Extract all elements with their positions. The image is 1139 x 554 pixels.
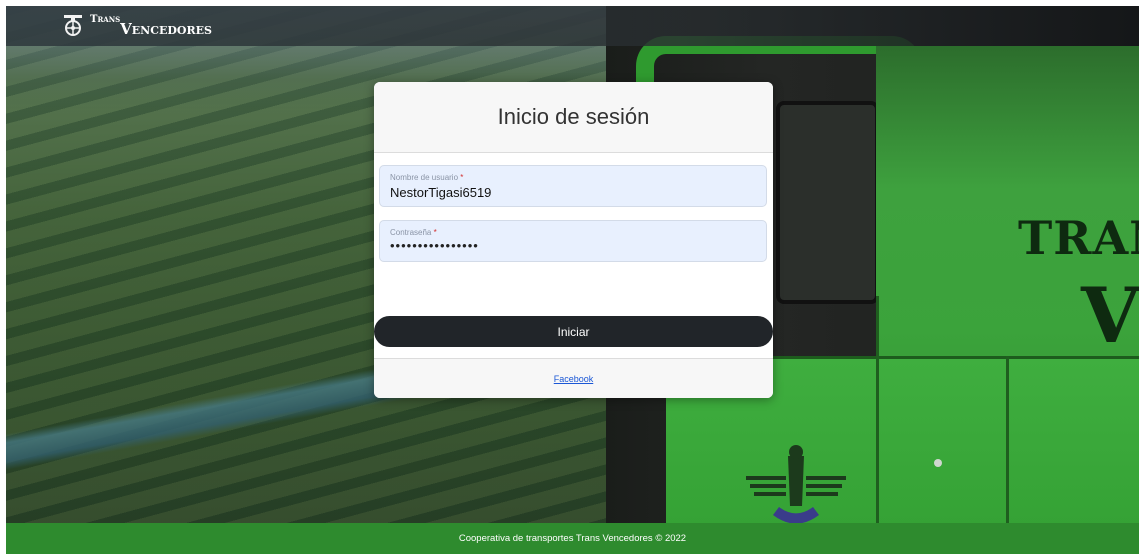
username-field[interactable]: Nombre de usuario * NestorTigasi6519 bbox=[379, 165, 767, 207]
bus-brand-letter: V bbox=[1081, 271, 1139, 360]
background-bus-panel-line bbox=[876, 296, 879, 523]
login-submit-button[interactable]: Iniciar bbox=[374, 316, 773, 347]
background-bus-panel-line bbox=[1006, 356, 1009, 523]
bus-emblem-icon bbox=[746, 445, 846, 523]
password-input-value[interactable]: •••••••••••••••• bbox=[390, 238, 756, 253]
brand-prefix: Trans bbox=[90, 14, 121, 25]
required-marker: * bbox=[460, 173, 464, 182]
login-card-footer: Facebook bbox=[374, 358, 773, 398]
username-label: Nombre de usuario * bbox=[390, 173, 756, 182]
brand-name: Vencedores bbox=[120, 20, 212, 38]
facebook-link[interactable]: Facebook bbox=[554, 374, 594, 384]
page: TRANS V Trans Vencedores bbox=[6, 6, 1139, 554]
background-bus-light bbox=[934, 459, 942, 467]
login-card-header: Inicio de sesión bbox=[374, 82, 773, 153]
bus-brand-text: TRANS bbox=[1018, 211, 1139, 265]
password-label-text: Contraseña bbox=[390, 228, 432, 237]
top-navbar: Trans Vencedores bbox=[6, 6, 1139, 46]
required-marker: * bbox=[433, 228, 437, 237]
footer-copyright: Cooperativa de transportes Trans Vencedo… bbox=[458, 533, 687, 544]
login-title: Inicio de sesión bbox=[497, 104, 650, 129]
background-bus-window bbox=[776, 101, 879, 304]
password-field[interactable]: Contraseña * •••••••••••••••• bbox=[379, 220, 767, 262]
steering-wheel-logo-icon bbox=[64, 15, 82, 36]
username-input-value[interactable]: NestorTigasi6519 bbox=[390, 185, 756, 200]
password-label: Contraseña * bbox=[390, 228, 756, 237]
page-footer: Cooperativa de transportes Trans Vencedo… bbox=[6, 523, 1139, 554]
brand-logo[interactable]: Trans Vencedores bbox=[62, 12, 212, 38]
login-card: Inicio de sesión Nombre de usuario * Nes… bbox=[374, 82, 773, 398]
username-label-text: Nombre de usuario bbox=[390, 173, 459, 182]
